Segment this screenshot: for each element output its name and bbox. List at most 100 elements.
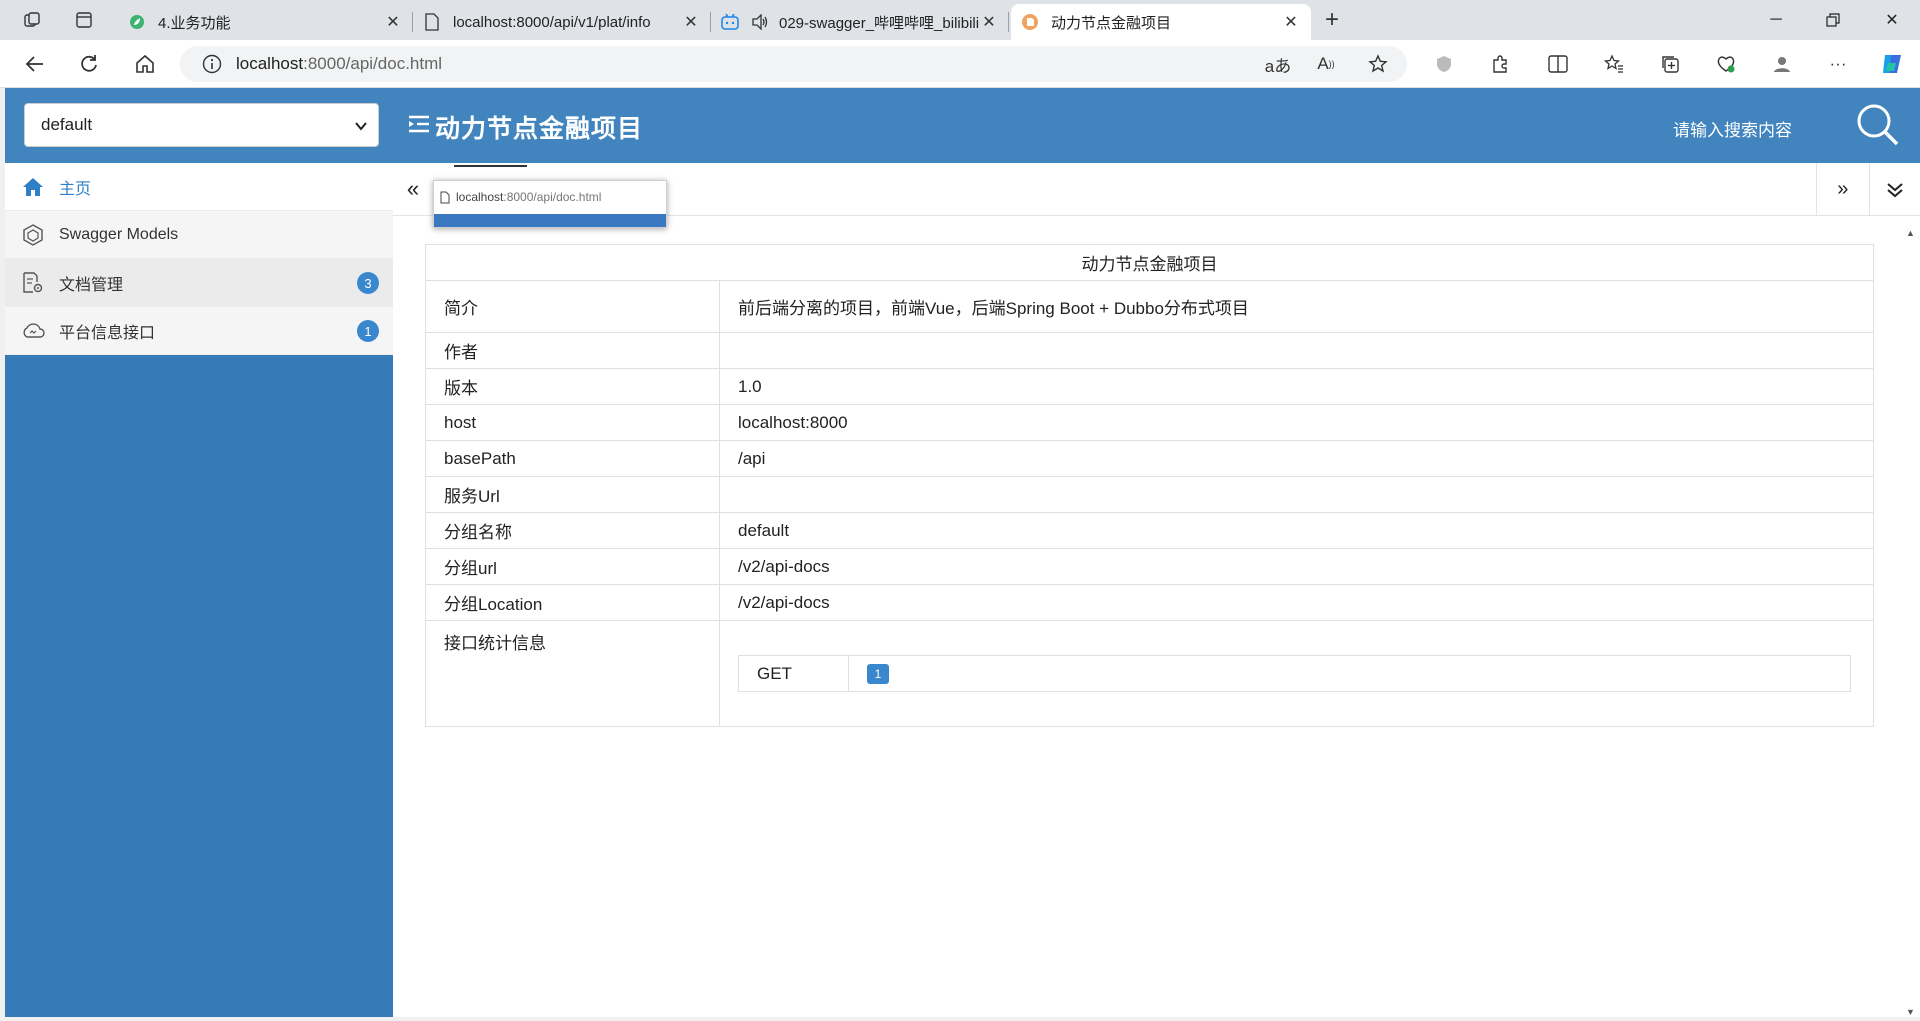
extensions-icon[interactable] xyxy=(1484,48,1516,80)
url-host: localhost xyxy=(236,54,304,73)
search-icon[interactable] xyxy=(1855,102,1901,148)
table-row: 分组Location /v2/api-docs xyxy=(425,584,1874,621)
chevrons-down-icon[interactable] xyxy=(1868,163,1920,216)
url-path: :8000/api/doc.html xyxy=(303,54,443,73)
profile-icon[interactable] xyxy=(1766,48,1798,80)
close-icon[interactable]: ✕ xyxy=(979,12,999,32)
search-input[interactable]: 请输入搜索内容 xyxy=(1673,116,1792,141)
row-value xyxy=(719,476,1874,513)
scroll-up-icon[interactable]: ▲ xyxy=(1906,228,1915,238)
method-stats-table: GET 1 xyxy=(738,655,1851,692)
count-badge: 1 xyxy=(357,320,379,342)
tooltip-host: localhost xyxy=(456,190,504,204)
url-text[interactable]: localhost:8000/api/doc.html xyxy=(236,54,442,74)
chevrons-left-icon[interactable]: « xyxy=(397,173,429,205)
collections-icon[interactable] xyxy=(1654,48,1686,80)
favorites-icon[interactable] xyxy=(1598,48,1630,80)
row-key: 分组Location xyxy=(425,584,720,621)
sidebar-item-plat-info[interactable]: 平台信息接口 1 xyxy=(5,307,393,355)
speaker-icon[interactable] xyxy=(751,13,769,31)
tab-doc-active[interactable]: 动力节点金融项目 ✕ xyxy=(1011,4,1311,40)
new-tab-button[interactable]: + xyxy=(1316,6,1348,34)
active-tab-indicator xyxy=(454,165,527,167)
http-method: GET xyxy=(738,655,849,692)
stats-cell: GET 1 xyxy=(719,620,1874,727)
table-row: basePath /api xyxy=(425,440,1874,477)
home-icon xyxy=(21,175,45,199)
sidebar-item-label: 主页 xyxy=(59,180,92,198)
row-value: 前后端分离的项目，前端Vue，后端Spring Boot + Dubbo分布式项… xyxy=(719,280,1874,333)
tab-title: localhost:8000/api/v1/plat/info xyxy=(453,13,651,31)
split-screen-icon[interactable] xyxy=(1542,48,1574,80)
row-key: 作者 xyxy=(425,332,720,369)
table-row: 分组url /v2/api-docs xyxy=(425,548,1874,585)
row-key: 分组url xyxy=(425,548,720,585)
chevrons-right-icon[interactable]: » xyxy=(1817,163,1869,216)
close-window-button[interactable]: ✕ xyxy=(1864,0,1920,40)
sidebar-item-doc-management[interactable]: 文档管理 3 xyxy=(5,259,393,307)
row-value: 1.0 xyxy=(719,368,1874,405)
table-row: 分组名称 default xyxy=(425,512,1874,549)
row-value xyxy=(719,332,1874,369)
browser-tab-bar: 4.业务功能 ✕ localhost:8000/api/v1/plat/info… xyxy=(0,0,1920,40)
copilot-icon[interactable] xyxy=(1876,48,1908,80)
table-row: 简介 前后端分离的项目，前端Vue，后端Spring Boot + Dubbo分… xyxy=(425,280,1874,333)
table-row: host localhost:8000 xyxy=(425,404,1874,441)
translate-icon[interactable]: aあ xyxy=(1262,48,1294,80)
sidebar-item-label: 文档管理 xyxy=(59,276,124,294)
row-value: /v2/api-docs xyxy=(719,548,1874,585)
table-row: 服务Url xyxy=(425,476,1874,513)
close-icon[interactable]: ✕ xyxy=(681,12,701,32)
address-bar[interactable]: localhost:8000/api/doc.html xyxy=(180,46,1407,82)
chevron-down-icon xyxy=(354,118,368,138)
tooltip-row: localhost:8000/api/doc.html xyxy=(434,181,666,213)
close-icon[interactable]: ✕ xyxy=(383,12,403,32)
doc-settings-icon xyxy=(21,271,45,295)
table-row: 版本 1.0 xyxy=(425,368,1874,405)
count-badge: 3 xyxy=(357,272,379,294)
read-aloud-icon[interactable]: A)) xyxy=(1310,48,1342,80)
tab-title: 动力节点金融项目 xyxy=(1051,14,1172,32)
group-select[interactable]: default xyxy=(24,103,379,147)
row-key: 简介 xyxy=(425,280,720,333)
tooltip-path: :8000/api/doc.html xyxy=(503,190,602,204)
shield-extension-icon[interactable] xyxy=(1428,48,1460,80)
back-icon[interactable] xyxy=(18,48,52,80)
tab-plat-info[interactable]: localhost:8000/api/v1/plat/info ✕ xyxy=(413,4,711,40)
more-menu-icon[interactable]: ··· xyxy=(1822,48,1854,80)
tab-business[interactable]: 4.业务功能 ✕ xyxy=(118,4,413,40)
minimize-button[interactable]: ─ xyxy=(1748,0,1804,40)
link-preview-tooltip: localhost:8000/api/doc.html xyxy=(433,180,667,228)
count-badge: 1 xyxy=(867,664,889,684)
restore-button[interactable] xyxy=(1805,0,1861,40)
table-title: 动力节点金融项目 xyxy=(425,244,1874,281)
row-key: 接口统计信息 xyxy=(425,620,720,727)
scrollbar[interactable]: ▲ ▼ xyxy=(1902,228,1920,1017)
tab-actions-icon[interactable] xyxy=(68,6,100,34)
table-row: 作者 xyxy=(425,332,1874,369)
home-browser-icon[interactable] xyxy=(128,48,162,80)
row-value: /api xyxy=(719,440,1874,477)
bilibili-icon xyxy=(721,13,739,31)
sidebar-item-label: 平台信息接口 xyxy=(59,324,156,342)
refresh-icon[interactable] xyxy=(72,48,106,80)
scroll-down-icon[interactable]: ▼ xyxy=(1906,1007,1915,1017)
app-header: default 动力节点金融项目 请输入搜索内容 xyxy=(5,88,1920,163)
row-value: /v2/api-docs xyxy=(719,584,1874,621)
sidebar-item-swagger-models[interactable]: Swagger Models xyxy=(5,211,393,259)
favorite-star-icon[interactable] xyxy=(1362,48,1394,80)
tab-bilibili[interactable]: 029-swagger_哔哩哔哩_bilibili ✕ xyxy=(711,4,1009,40)
workspaces-icon[interactable] xyxy=(16,6,48,34)
browser-essentials-icon[interactable] xyxy=(1710,48,1742,80)
row-key: host xyxy=(425,404,720,441)
row-value: default xyxy=(719,512,1874,549)
info-icon[interactable] xyxy=(194,54,230,74)
models-icon xyxy=(21,223,45,247)
tab-title: 029-swagger_哔哩哔哩_bilibili xyxy=(779,14,979,32)
menu-toggle-icon[interactable] xyxy=(407,112,431,136)
swagger-favicon-icon xyxy=(1021,13,1039,31)
page-icon xyxy=(423,13,441,31)
row-key: 服务Url xyxy=(425,476,720,513)
sidebar-item-home[interactable]: 主页 xyxy=(5,163,393,211)
close-icon[interactable]: ✕ xyxy=(1281,12,1301,32)
